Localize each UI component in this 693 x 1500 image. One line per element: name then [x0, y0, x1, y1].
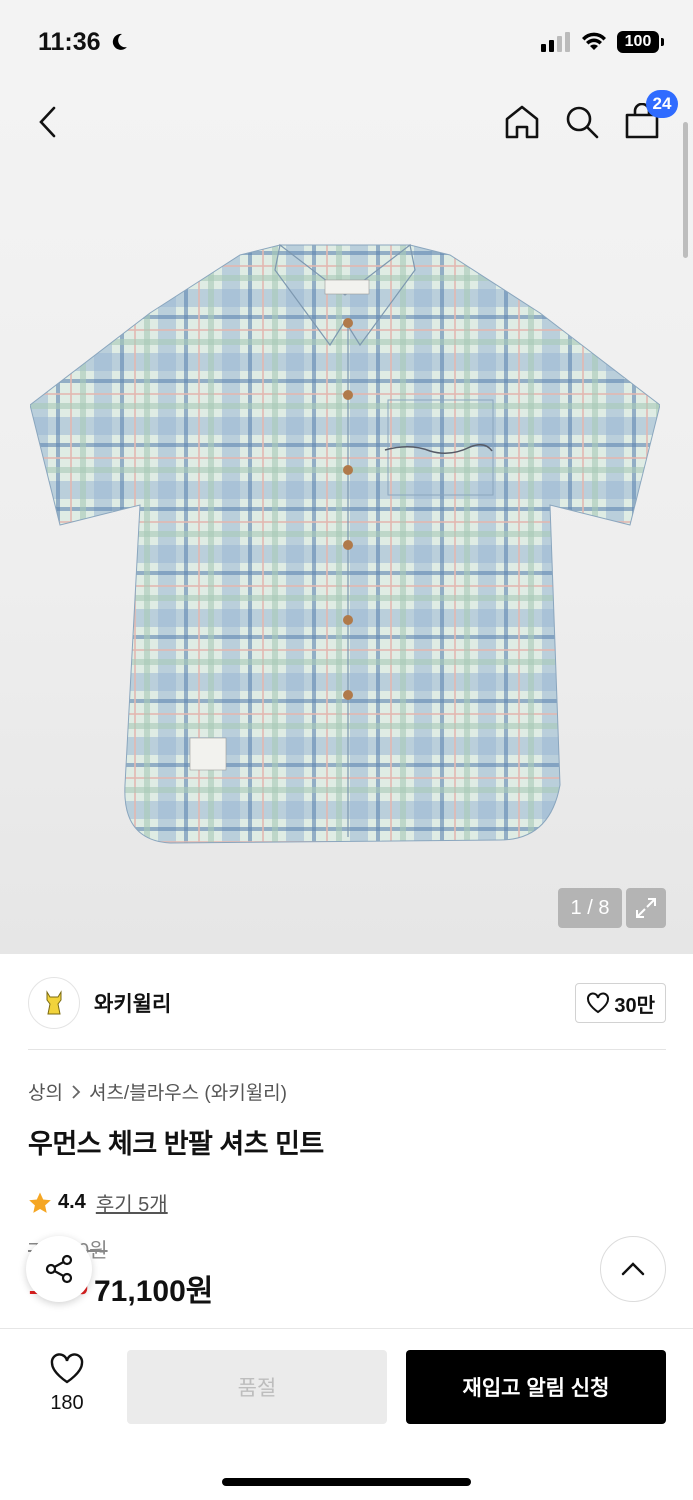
rating-row: 4.4 후기 5개 [28, 1188, 168, 1217]
scroll-top-button[interactable] [600, 1236, 666, 1302]
brand-mascot-icon [46, 990, 62, 1015]
status-time-group: 11:36 [38, 28, 129, 57]
image-counter: 1 / 8 [558, 888, 622, 928]
status-time: 11:36 [38, 27, 101, 56]
sale-price: 71,100원 [94, 1275, 214, 1308]
expand-icon [636, 898, 656, 918]
signal-icon [541, 32, 570, 52]
bottom-action-bar: 180 품절 재입고 알림 신청 [0, 1328, 693, 1500]
search-icon [566, 106, 599, 139]
share-button[interactable] [26, 1236, 92, 1302]
sold-out-button[interactable]: 품절 [127, 1350, 387, 1424]
wishlist-button[interactable]: 180 [36, 1353, 98, 1415]
review-count-link[interactable]: 후기 5개 [96, 1188, 168, 1217]
battery-indicator: 100 [617, 31, 664, 53]
breadcrumb-subcategory[interactable]: 셔츠/블라우스 (와키윌리) [89, 1078, 287, 1105]
brand-like-count: 30만 [614, 994, 655, 1017]
product-image[interactable] [30, 225, 660, 850]
brand-row: 와키윌리 30만 [28, 976, 666, 1030]
breadcrumb: 상의 셔츠/블라우스 (와키윌리) [28, 1078, 287, 1105]
back-button[interactable] [26, 100, 70, 144]
expand-image-button[interactable] [626, 888, 666, 928]
divider [28, 1049, 666, 1050]
wishlist-count: 180 [50, 1392, 84, 1414]
share-icon [45, 1254, 73, 1284]
home-icon [505, 105, 539, 139]
cart-count-badge: 24 [646, 90, 678, 118]
chevron-right-icon [72, 1084, 81, 1099]
home-button[interactable] [500, 100, 544, 144]
brand-like-button[interactable]: 30만 [575, 983, 666, 1023]
product-title: 우먼스 체크 반팔 셔츠 민트 [28, 1129, 324, 1159]
breadcrumb-category[interactable]: 상의 [28, 1078, 63, 1105]
moon-icon [112, 33, 127, 50]
brand-name[interactable]: 와키윌리 [94, 988, 171, 1018]
chevron-up-icon [621, 1262, 645, 1276]
cart-button[interactable]: 24 [620, 90, 678, 144]
heart-icon [587, 992, 610, 1014]
status-bar: 11:36 100 [0, 0, 693, 84]
chevron-left-icon [39, 106, 56, 138]
status-indicators: 100 [541, 31, 664, 53]
brand-logo[interactable] [28, 977, 80, 1029]
home-indicator [222, 1478, 471, 1486]
top-navigation: 24 [0, 90, 693, 162]
heart-icon [50, 1353, 84, 1384]
star-icon [29, 1192, 51, 1213]
wifi-icon [582, 32, 606, 50]
search-button[interactable] [560, 100, 604, 144]
rating-value: 4.4 [58, 1191, 86, 1213]
restock-notify-button[interactable]: 재입고 알림 신청 [406, 1350, 666, 1424]
